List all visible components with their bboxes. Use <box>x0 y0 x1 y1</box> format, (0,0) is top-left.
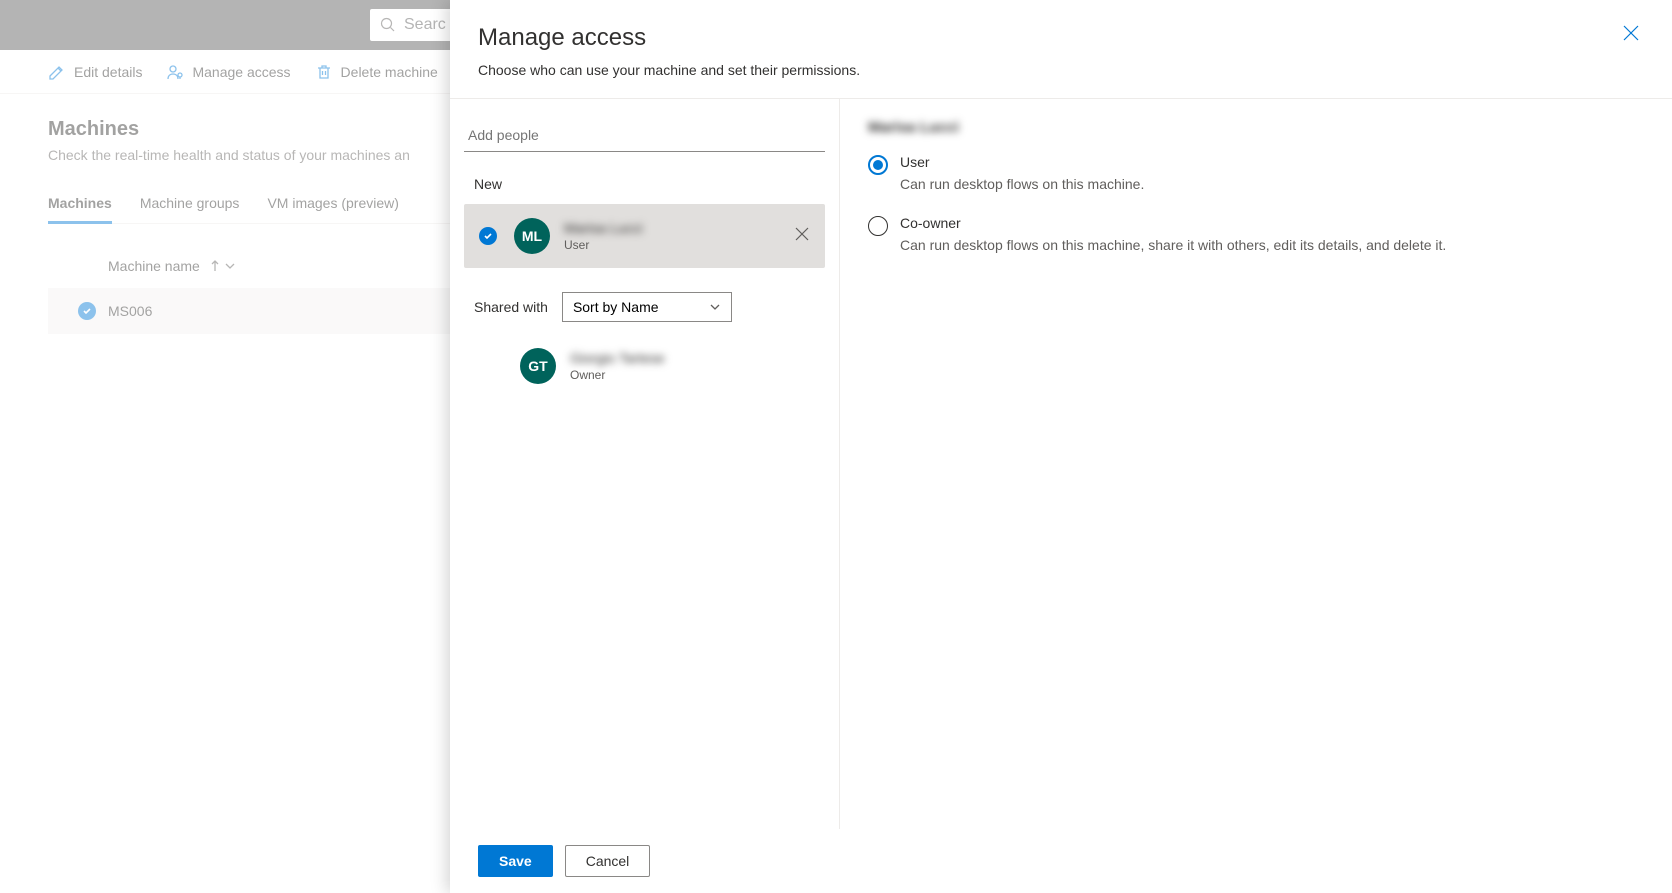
shared-with-label: Shared with <box>474 299 548 315</box>
checkmark-icon <box>82 306 92 316</box>
cancel-button[interactable]: Cancel <box>565 845 651 877</box>
close-icon <box>795 227 809 241</box>
machine-name-cell: MS006 <box>108 303 152 319</box>
person-name: Marisa Lucci <box>564 220 777 236</box>
panel-footer: Save Cancel <box>450 829 1672 893</box>
panel-header: Manage access Choose who can use your ma… <box>450 0 1672 99</box>
manage-access-panel: Manage access Choose who can use your ma… <box>450 0 1672 893</box>
person-checkbox[interactable] <box>476 227 500 245</box>
radio-description: Can run desktop flows on this machine. <box>900 174 1144 195</box>
edit-details-button[interactable]: Edit details <box>48 63 142 81</box>
access-icon <box>166 63 184 81</box>
radio-button[interactable] <box>868 155 888 175</box>
person-role: Owner <box>570 368 813 382</box>
radio-button[interactable] <box>868 216 888 236</box>
search-icon <box>380 17 396 33</box>
pencil-icon <box>48 63 66 81</box>
radio-description: Can run desktop flows on this machine, s… <box>900 235 1446 256</box>
chevron-down-icon <box>709 301 721 313</box>
checkmark-icon <box>483 231 493 241</box>
row-checkbox[interactable] <box>66 302 108 320</box>
remove-person-button[interactable] <box>791 223 813 250</box>
radio-user[interactable]: User Can run desktop flows on this machi… <box>868 154 1644 195</box>
radio-title: User <box>900 154 1144 170</box>
tab-machine-groups[interactable]: Machine groups <box>140 187 240 223</box>
avatar: GT <box>520 348 556 384</box>
person-card-shared[interactable]: GT Giorgio Tartese Owner <box>464 334 825 398</box>
panel-right: Marisa Lucci User Can run desktop flows … <box>840 99 1672 829</box>
sort-indicator[interactable] <box>210 260 236 272</box>
trash-icon <box>315 63 333 81</box>
sort-select[interactable]: Sort by Name <box>562 292 732 322</box>
avatar: ML <box>514 218 550 254</box>
panel-subtitle: Choose who can use your machine and set … <box>478 62 860 78</box>
close-icon <box>1622 24 1640 42</box>
save-button[interactable]: Save <box>478 845 553 877</box>
radio-title: Co-owner <box>900 215 1446 231</box>
selected-person-name: Marisa Lucci <box>868 119 1644 136</box>
close-button[interactable] <box>1618 20 1644 51</box>
new-section-label: New <box>464 176 825 192</box>
chevron-down-icon <box>224 260 236 272</box>
manage-access-button[interactable]: Manage access <box>166 63 290 81</box>
person-card-new[interactable]: ML Marisa Lucci User <box>464 204 825 268</box>
role-radio-group: User Can run desktop flows on this machi… <box>868 154 1644 256</box>
search-placeholder: Searc <box>404 16 446 34</box>
person-role: User <box>564 238 777 252</box>
panel-left: New ML Marisa Lucci User Shar <box>450 99 840 829</box>
person-name: Giorgio Tartese <box>570 350 813 366</box>
add-people-input[interactable] <box>464 119 825 152</box>
tab-vm-images[interactable]: VM images (preview) <box>267 187 398 223</box>
panel-title: Manage access <box>478 24 860 52</box>
delete-machine-button[interactable]: Delete machine <box>315 63 438 81</box>
tab-machines[interactable]: Machines <box>48 187 112 224</box>
radio-coowner[interactable]: Co-owner Can run desktop flows on this m… <box>868 215 1644 256</box>
arrow-up-icon <box>210 260 220 272</box>
col-machine-name[interactable]: Machine name <box>108 258 200 274</box>
